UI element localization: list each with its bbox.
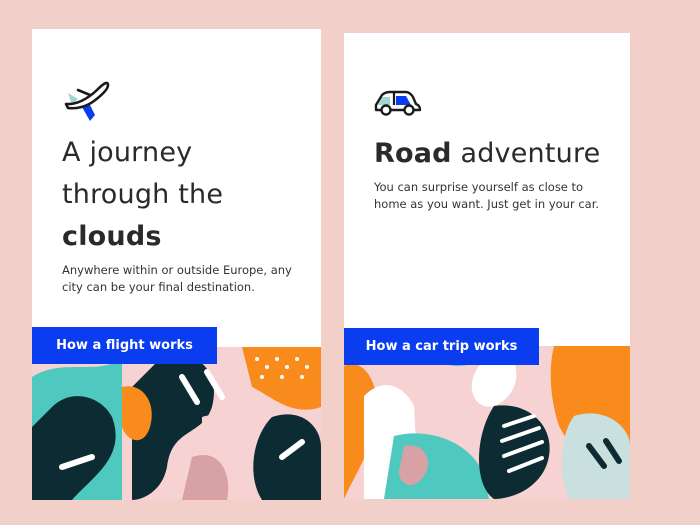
car-title-rest: adventure: [451, 138, 601, 169]
flight-cta-button[interactable]: How a flight works: [32, 327, 217, 364]
car-icon: [374, 89, 422, 117]
car-title: Road adventure: [374, 133, 624, 175]
car-pattern-art: [344, 346, 630, 499]
flight-title-line1: A journey: [62, 137, 193, 168]
car-card: Road adventure You can surprise yourself…: [344, 33, 630, 499]
flight-pattern-art: [32, 347, 321, 500]
flight-card: A journey through the clouds Anywhere wi…: [32, 29, 321, 500]
flight-description: Anywhere within or outside Europe, any c…: [62, 263, 292, 294]
car-description: You can surprise yourself as close to ho…: [374, 180, 600, 211]
flight-title: A journey through the clouds: [62, 132, 312, 258]
flight-title-line2: through the: [62, 179, 224, 210]
flight-title-bold: clouds: [62, 221, 162, 252]
car-title-bold: Road: [374, 138, 452, 169]
car-cta-button[interactable]: How a car trip works: [344, 328, 539, 365]
airplane-icon: [62, 77, 112, 123]
